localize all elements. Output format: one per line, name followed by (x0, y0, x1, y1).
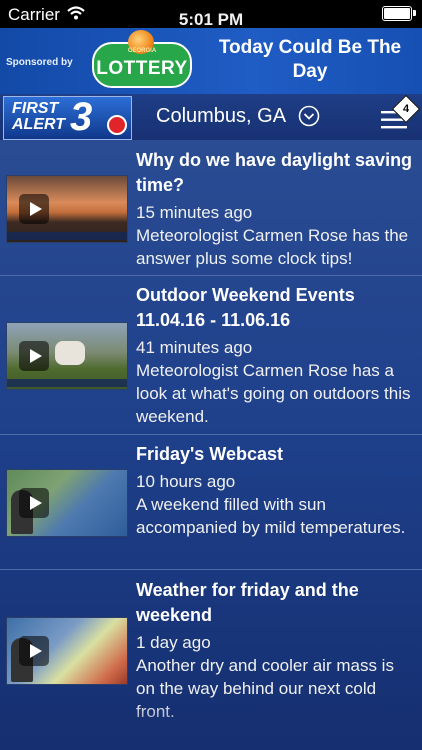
sponsor-banner[interactable]: Sponsored by GEORGIA LOTTERY Today Could… (0, 28, 422, 94)
item-time: 1 day ago (136, 633, 211, 652)
logo-number: 3 (70, 95, 93, 139)
scroll-fade (0, 700, 422, 750)
lower-third (7, 232, 127, 240)
item-title: Why do we have daylight saving time? (136, 150, 413, 195)
chevron-down-circle-icon[interactable] (298, 105, 320, 127)
battery-icon (382, 6, 416, 21)
lottery-logo: GEORGIA LOTTERY (92, 30, 192, 88)
list-item[interactable]: Friday's Webcast 10 hours ago A weekend … (0, 435, 422, 570)
item-title: Friday's Webcast (136, 444, 284, 464)
item-title: Outdoor Weekend Events 11.04.16 - 11.06.… (136, 285, 355, 330)
item-description: A weekend filled with sun accompanied by… (136, 495, 406, 537)
nav-bar: FIRST ALERT 3 Columbus, GA 4 (0, 94, 422, 140)
play-icon[interactable] (19, 341, 49, 371)
item-description: Meteorologist Carmen Rose has the answer… (136, 226, 409, 268)
notification-count: 4 (402, 103, 410, 115)
logo-dot-icon (107, 115, 127, 135)
horse-figure (55, 341, 85, 365)
video-thumbnail[interactable] (6, 322, 128, 390)
lottery-state: GEORGIA (127, 48, 157, 54)
location-label[interactable]: Columbus, GA (156, 105, 286, 128)
play-icon[interactable] (19, 636, 49, 666)
status-bar: Carrier 5:01 PM (0, 0, 422, 29)
item-time: 41 minutes ago (136, 338, 253, 357)
play-icon[interactable] (19, 488, 49, 518)
first-alert-logo[interactable]: FIRST ALERT 3 (3, 95, 132, 140)
item-time: 15 minutes ago (136, 203, 253, 222)
video-thumbnail[interactable] (6, 175, 128, 243)
list-item[interactable]: Why do we have daylight saving time? 15 … (0, 140, 422, 276)
lower-third (7, 379, 127, 387)
play-icon[interactable] (19, 194, 49, 224)
video-feed[interactable]: Why do we have daylight saving time? 15 … (0, 140, 422, 750)
video-thumbnail[interactable] (6, 617, 128, 685)
logo-text-alert: ALERT (12, 116, 66, 133)
list-item[interactable]: Outdoor Weekend Events 11.04.16 - 11.06.… (0, 276, 422, 435)
item-title: Weather for friday and the weekend (136, 580, 359, 625)
lottery-name: LOTTERY (96, 58, 188, 79)
item-description: Meteorologist Carmen Rose has a look at … (136, 361, 411, 426)
item-time: 10 hours ago (136, 472, 236, 491)
banner-slogan: Today Could Be The Day (218, 37, 402, 82)
sponsored-label: Sponsored by (6, 57, 73, 68)
video-thumbnail[interactable] (6, 469, 128, 537)
